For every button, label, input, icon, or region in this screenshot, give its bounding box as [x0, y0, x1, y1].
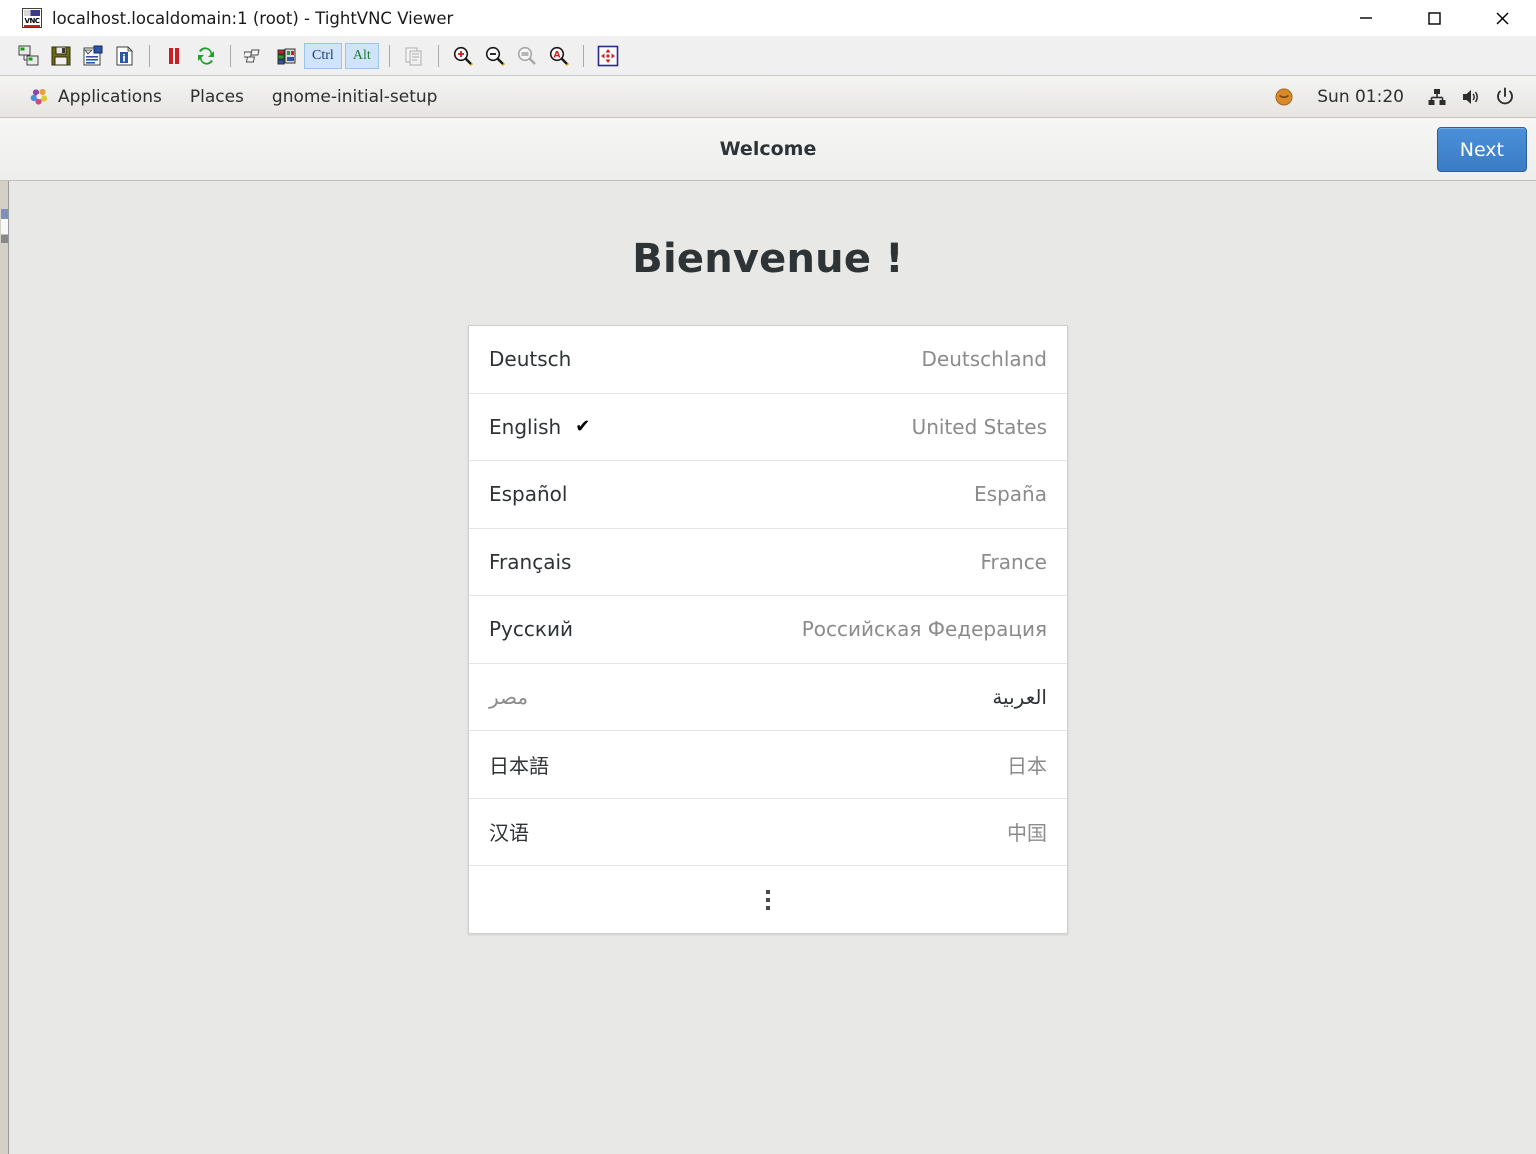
ctrl-key-toggle[interactable]: Ctrl — [304, 42, 342, 69]
vnc-toolbar: i Ctrl Alt A — [0, 36, 1536, 76]
places-menu-label: Places — [189, 86, 244, 107]
language-country: 日本 — [1007, 753, 1047, 778]
close-icon[interactable] — [1468, 0, 1536, 36]
list-item[interactable]: Русский Российская Федерация — [469, 596, 1067, 664]
language-list: Deutsch Deutschland English ✔ United Sta… — [468, 325, 1068, 934]
fullscreen-icon[interactable] — [593, 41, 623, 71]
list-item[interactable]: العربية مصر — [469, 664, 1067, 731]
places-menu[interactable]: Places — [176, 76, 258, 118]
toolbar-separator — [388, 44, 390, 67]
volume-icon[interactable] — [1454, 76, 1488, 118]
toolbar-separator — [582, 44, 584, 67]
active-window-item[interactable]: gnome-initial-setup — [258, 76, 452, 118]
language-name: العربية — [992, 684, 1047, 709]
accessibility-icon[interactable] — [1267, 76, 1301, 118]
zoom-100-icon[interactable] — [512, 41, 542, 71]
more-languages-button[interactable] — [469, 866, 1067, 933]
more-vertical-icon — [766, 889, 770, 910]
welcome-heading: Bienvenue ! — [632, 236, 904, 282]
window-titlebar: VNC localhost.localdomain:1 (root) - Tig… — [0, 0, 1536, 36]
setup-header-bar: Welcome Next — [0, 118, 1536, 181]
applications-menu-label: Applications — [58, 86, 162, 107]
language-name: 汉语 — [489, 821, 529, 846]
list-item[interactable]: Español España — [469, 461, 1067, 529]
connection-info-icon[interactable]: i — [110, 41, 140, 71]
language-country: Российская Федерация — [801, 617, 1047, 642]
toolbar-separator — [149, 44, 150, 67]
zoom-auto-icon[interactable]: A — [544, 41, 574, 71]
selected-check-icon: ✔ — [575, 416, 591, 438]
connection-options-icon[interactable] — [78, 41, 108, 71]
list-item[interactable]: 汉语 中国 — [469, 799, 1067, 866]
send-custom-keys-icon[interactable] — [272, 41, 302, 71]
svg-text:i: i — [122, 53, 125, 64]
gnome-footprint-icon — [30, 87, 49, 106]
list-item[interactable]: English ✔ United States — [469, 394, 1067, 461]
power-icon[interactable] — [1488, 76, 1522, 118]
send-ctrl-alt-del-icon[interactable] — [240, 41, 270, 71]
desktop-icon-partial — [1, 209, 8, 243]
window-controls — [1332, 0, 1536, 36]
clipboard-transfer-icon[interactable] — [399, 41, 429, 71]
next-button[interactable]: Next — [1436, 127, 1527, 172]
list-item[interactable]: 日本語 日本 — [469, 731, 1067, 799]
panel-tray: Sun 01:20 — [1267, 76, 1522, 118]
list-item[interactable]: Français France — [469, 529, 1067, 596]
language-country: مصر — [489, 684, 529, 709]
desktop-edge-sliver — [0, 181, 9, 1154]
language-country: Deutschland — [921, 347, 1048, 372]
language-country: España — [974, 482, 1047, 507]
list-item[interactable]: Deutsch Deutschland — [469, 326, 1067, 394]
language-country: France — [980, 549, 1047, 574]
applications-menu[interactable]: Applications — [16, 76, 176, 118]
active-window-label: gnome-initial-setup — [271, 86, 438, 107]
toolbar-separator — [230, 44, 231, 67]
language-name: Русский — [489, 617, 573, 642]
gnome-top-panel: Applications Places gnome-initial-setup … — [0, 76, 1536, 118]
language-name: 日本語 — [489, 753, 549, 778]
language-name: English — [489, 414, 562, 439]
language-name: Français — [489, 549, 572, 574]
vnc-icon: VNC — [22, 8, 42, 28]
language-name: Español — [489, 482, 568, 507]
svg-text:A: A — [553, 50, 560, 60]
minimize-icon[interactable] — [1332, 0, 1400, 36]
save-connection-icon[interactable] — [46, 41, 76, 71]
network-icon[interactable] — [1420, 76, 1454, 118]
window-title: localhost.localdomain:1 (root) - TightVN… — [52, 8, 454, 28]
zoom-out-icon[interactable] — [480, 41, 510, 71]
zoom-in-icon[interactable] — [448, 41, 478, 71]
alt-key-toggle[interactable]: Alt — [344, 42, 379, 69]
clock[interactable]: Sun 01:20 — [1301, 87, 1420, 107]
refresh-icon[interactable] — [191, 41, 221, 71]
page-title: Welcome — [719, 138, 817, 160]
setup-content: Bienvenue ! Deutsch Deutschland English … — [0, 181, 1536, 1154]
pause-icon[interactable] — [159, 41, 189, 71]
language-country: 中国 — [1007, 821, 1047, 846]
new-connection-icon[interactable] — [14, 41, 44, 71]
maximize-icon[interactable] — [1400, 0, 1468, 36]
language-country: United States — [911, 414, 1047, 439]
language-name: Deutsch — [489, 347, 572, 372]
toolbar-separator — [437, 44, 439, 67]
